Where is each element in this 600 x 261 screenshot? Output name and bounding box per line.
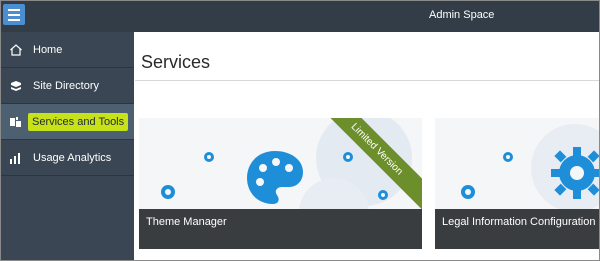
sidebar-item-label: Usage Analytics [33, 152, 112, 164]
home-icon [10, 44, 22, 56]
service-card-legal-information[interactable]: Legal Information Configuration [435, 118, 599, 249]
page-title: Services [141, 52, 211, 72]
limited-version-ribbon: Limited Version [322, 118, 422, 210]
ribbon-container: Limited Version [322, 118, 422, 218]
card-title: Theme Manager [146, 216, 227, 228]
divider [135, 80, 599, 81]
sidebar-item-home[interactable]: Home [1, 32, 134, 68]
hamburger-icon[interactable] [3, 4, 25, 25]
services-tools-icon [10, 117, 21, 127]
sidebar-item-usage-analytics[interactable]: Usage Analytics [1, 140, 134, 176]
card-footer [435, 209, 599, 249]
bar-chart-icon [10, 153, 20, 164]
card-title: Legal Information Configuration [442, 216, 596, 228]
sidebar-item-site-directory[interactable]: Site Directory [1, 68, 134, 104]
service-card-theme-manager[interactable]: Limited Version Theme Manager [139, 118, 422, 249]
app-title: Admin Space [429, 9, 495, 21]
palette-icon [247, 151, 303, 204]
card-footer [139, 209, 422, 249]
site-directory-icon [11, 81, 21, 91]
sidebar-item-label: Services and Tools [28, 113, 129, 131]
sidebar-item-label: Site Directory [33, 80, 100, 92]
sidebar-item-services-and-tools[interactable]: Services and Tools [1, 104, 134, 140]
sidebar: Home Site Directory Services and Tools U… [1, 32, 134, 260]
sidebar-item-label: Home [33, 44, 63, 56]
top-bar: Admin Space [1, 1, 599, 32]
